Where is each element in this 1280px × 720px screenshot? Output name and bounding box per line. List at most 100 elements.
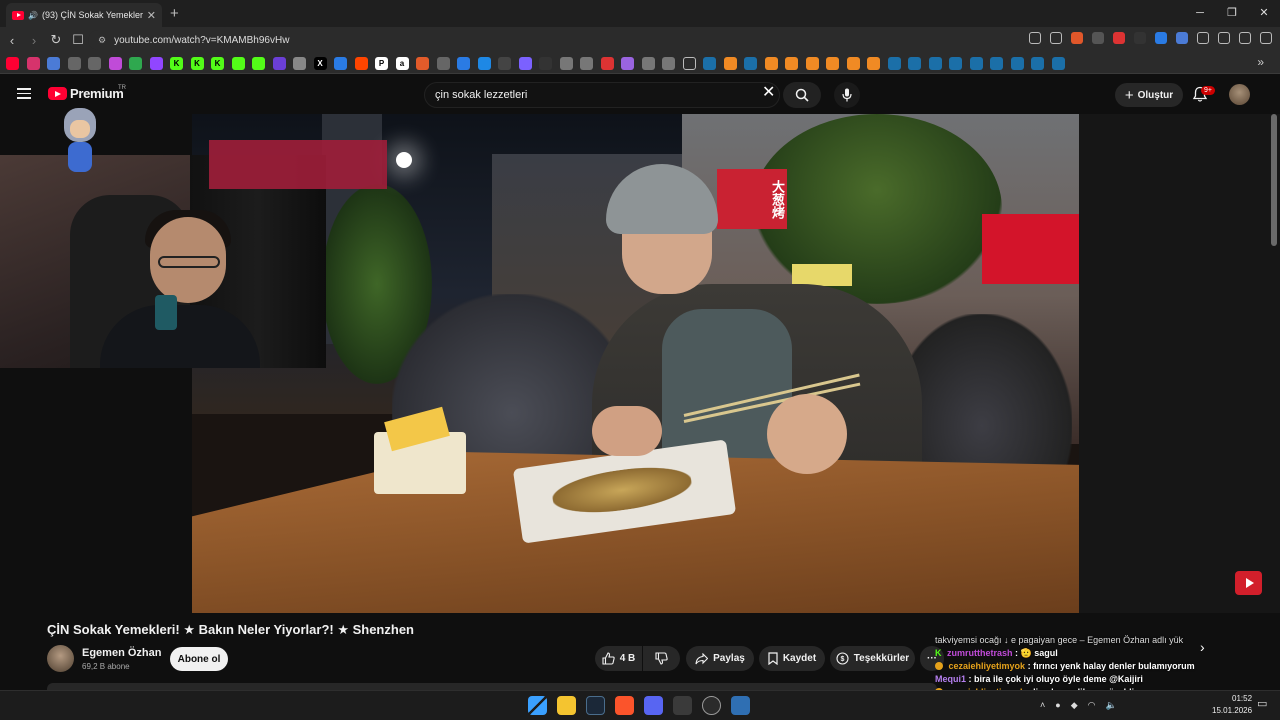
bookmark-icon[interactable] <box>641 56 655 70</box>
bookmark-kick-icon[interactable]: K <box>190 56 204 70</box>
save-button[interactable]: Kaydet <box>759 646 825 671</box>
thanks-button[interactable]: $ Teşekkürler <box>830 646 915 671</box>
bookmark-steam-icon[interactable] <box>969 56 983 70</box>
channel-name[interactable]: Egemen Özhan <box>82 647 161 659</box>
bookmark-icon[interactable] <box>231 56 245 70</box>
clear-search-icon[interactable]: ✕ <box>762 85 775 101</box>
bookmark-icon[interactable] <box>108 56 122 70</box>
minimize-button[interactable]: ─ <box>1184 0 1216 27</box>
bookmark-icon[interactable] <box>600 56 614 70</box>
bookmark-steam-icon[interactable] <box>949 56 962 70</box>
bookmark-steam-icon[interactable] <box>1051 56 1065 70</box>
menu-icon[interactable] <box>1260 32 1272 44</box>
browser-tab[interactable]: 🔊 (93) ÇİN Sokak Yemekleri! ★ Ba ✕ <box>6 3 162 27</box>
folder-icon[interactable] <box>682 56 696 70</box>
reload-button[interactable]: ↻ <box>46 32 66 48</box>
bookmark-instagram-icon[interactable] <box>26 56 40 70</box>
extension-icon[interactable] <box>1155 32 1167 44</box>
forward-button[interactable]: › <box>24 33 44 48</box>
bookmark-twitch-icon[interactable] <box>149 56 163 70</box>
share-icon[interactable] <box>1050 32 1062 44</box>
bookmark-x-icon[interactable]: X <box>313 56 327 70</box>
bookmark-icon[interactable] <box>826 56 839 70</box>
search-input[interactable]: çin sokak lezzetleri <box>424 82 780 108</box>
bookmark-icon[interactable] <box>662 56 675 70</box>
youtube-logo[interactable]: Premium <box>48 86 124 101</box>
extension-icon[interactable] <box>1113 32 1125 44</box>
account-avatar[interactable] <box>1229 84 1250 105</box>
extension-icon[interactable] <box>1134 32 1146 44</box>
search-button[interactable] <box>783 82 821 108</box>
bookmark-icon[interactable] <box>88 56 101 70</box>
app-icon[interactable] <box>673 696 692 715</box>
app-icon[interactable] <box>731 696 750 715</box>
bookmark-icon[interactable] <box>621 56 634 70</box>
bookmark-icon[interactable] <box>477 56 491 70</box>
bookmark-youtube-icon[interactable] <box>6 56 19 70</box>
tab-close-icon[interactable]: ✕ <box>147 9 156 22</box>
back-button[interactable]: ‹ <box>2 33 22 48</box>
maximize-button[interactable]: ❐ <box>1216 0 1248 27</box>
bookmark-icon[interactable] <box>498 56 511 70</box>
bookmark-icon[interactable] <box>764 56 778 70</box>
bookmarks-overflow-icon[interactable]: » <box>1257 55 1264 69</box>
bookmark-steam-icon[interactable] <box>1031 56 1044 70</box>
discord-icon[interactable] <box>644 696 663 715</box>
speaker-icon[interactable]: 🔊 <box>28 11 38 20</box>
bookmark-steam-icon[interactable] <box>744 56 757 70</box>
bookmark-steam-icon[interactable] <box>990 56 1003 70</box>
bookmark-icon[interactable] <box>846 56 860 70</box>
bookmark-icon[interactable] <box>539 56 552 70</box>
bookmark-steam-icon[interactable] <box>887 56 901 70</box>
new-tab-button[interactable]: + <box>170 5 179 22</box>
bookmark-icon[interactable]: a <box>395 56 409 70</box>
notification-center-icon[interactable]: ▭ <box>1257 697 1267 710</box>
close-window-button[interactable]: ✕ <box>1248 0 1280 27</box>
bookmark-icon[interactable] <box>805 56 819 70</box>
bookmark-drive-icon[interactable] <box>129 56 142 70</box>
bookmark-icon[interactable] <box>518 56 532 70</box>
bookmark-steam-icon[interactable] <box>1010 56 1024 70</box>
bookmark-kick-icon[interactable]: K <box>170 56 183 70</box>
chevron-right-icon[interactable]: › <box>1200 639 1205 655</box>
bookmark-icon[interactable] <box>867 56 880 70</box>
bookmark-icon[interactable] <box>436 56 450 70</box>
bookmark-icon[interactable] <box>416 56 429 70</box>
tray-chevron-icon[interactable]: ˄ <box>1040 700 1045 711</box>
bookmark-icon[interactable]: P <box>375 56 388 70</box>
bookmark-icon[interactable] <box>334 56 347 70</box>
brave-shield-icon[interactable] <box>1071 32 1083 44</box>
page-scrollbar[interactable] <box>1271 114 1277 246</box>
bookmark-reddit-icon[interactable] <box>354 56 368 70</box>
bookmark-icon[interactable] <box>559 56 573 70</box>
dislike-button[interactable] <box>643 646 680 671</box>
extension-icon[interactable] <box>1092 32 1104 44</box>
taskbar-clock[interactable]: 01:52 15.01.2026 <box>1212 693 1252 717</box>
bookmark-steam-icon[interactable] <box>703 56 716 70</box>
bookmark-kick-icon[interactable]: K <box>211 56 224 70</box>
bookmark-steam-icon[interactable] <box>928 56 942 70</box>
file-explorer-icon[interactable] <box>557 696 576 715</box>
cast-icon[interactable] <box>1029 32 1041 44</box>
bookmark-icon[interactable] <box>252 56 265 70</box>
create-button[interactable]: + Oluştur <box>1115 83 1183 107</box>
bookmark-icon[interactable] <box>272 56 286 70</box>
subscribe-button[interactable]: Abone ol <box>170 647 228 671</box>
tray-app-icon[interactable]: ◆ <box>1071 700 1078 711</box>
bookmark-steam-icon[interactable] <box>908 56 921 70</box>
puzzle-icon[interactable] <box>1197 32 1209 44</box>
bookmark-icon[interactable] <box>293 56 306 70</box>
bookmark-icon[interactable] <box>723 56 737 70</box>
share-button[interactable]: Paylaş <box>686 646 754 671</box>
obs-icon[interactable] <box>702 696 721 715</box>
volume-icon[interactable]: 🔈 <box>1105 700 1116 711</box>
channel-avatar[interactable] <box>47 645 74 672</box>
bookmark-icon[interactable] <box>785 56 798 70</box>
steam-icon[interactable] <box>586 696 605 715</box>
bookmark-icon[interactable] <box>457 56 470 70</box>
extension-icon[interactable] <box>1176 32 1188 44</box>
sidebar-icon[interactable] <box>1218 32 1230 44</box>
bookmark-icon[interactable] <box>47 56 60 70</box>
url-field[interactable]: ⚙ youtube.com/watch?v=KMAMBh96vHw <box>88 30 1048 50</box>
brave-browser-icon[interactable] <box>615 696 634 715</box>
